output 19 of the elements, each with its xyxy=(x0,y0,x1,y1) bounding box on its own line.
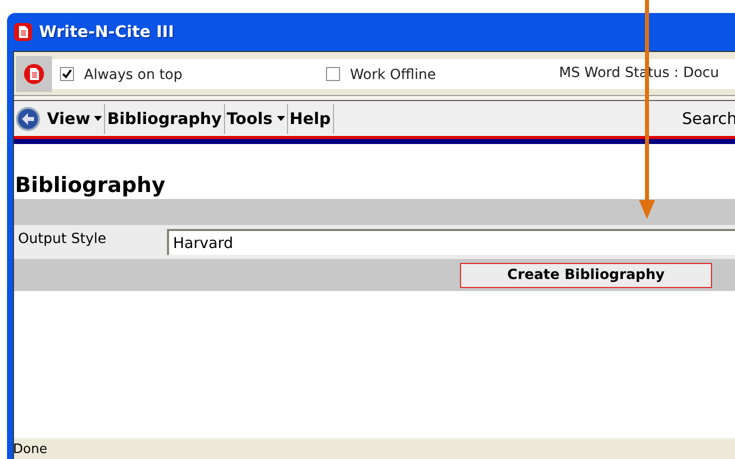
document-icon xyxy=(13,22,33,42)
caret-icon xyxy=(94,116,102,121)
create-bibliography-button[interactable]: Create Bibliography xyxy=(460,262,712,288)
caret-icon xyxy=(276,116,285,121)
back-icon[interactable] xyxy=(15,106,41,132)
checkbox-label: Always on top xyxy=(84,66,182,85)
checkbox[interactable] xyxy=(60,66,74,80)
menu-item[interactable]: Help xyxy=(288,104,334,134)
status-text: Done xyxy=(13,441,48,459)
menu-item[interactable]: Tools xyxy=(224,104,288,134)
window-title: Write-N-Cite III xyxy=(39,21,174,43)
checkbox[interactable] xyxy=(326,66,340,80)
field-label: Output Style xyxy=(17,230,108,248)
page-heading: Bibliography xyxy=(14,172,166,199)
document-icon[interactable] xyxy=(23,62,45,84)
output-style-field[interactable]: Harvard xyxy=(167,229,735,255)
checkbox-label: Work Offline xyxy=(350,66,436,85)
menu-item[interactable]: Bibliography xyxy=(105,104,225,134)
menu-item[interactable]: View xyxy=(45,104,106,134)
